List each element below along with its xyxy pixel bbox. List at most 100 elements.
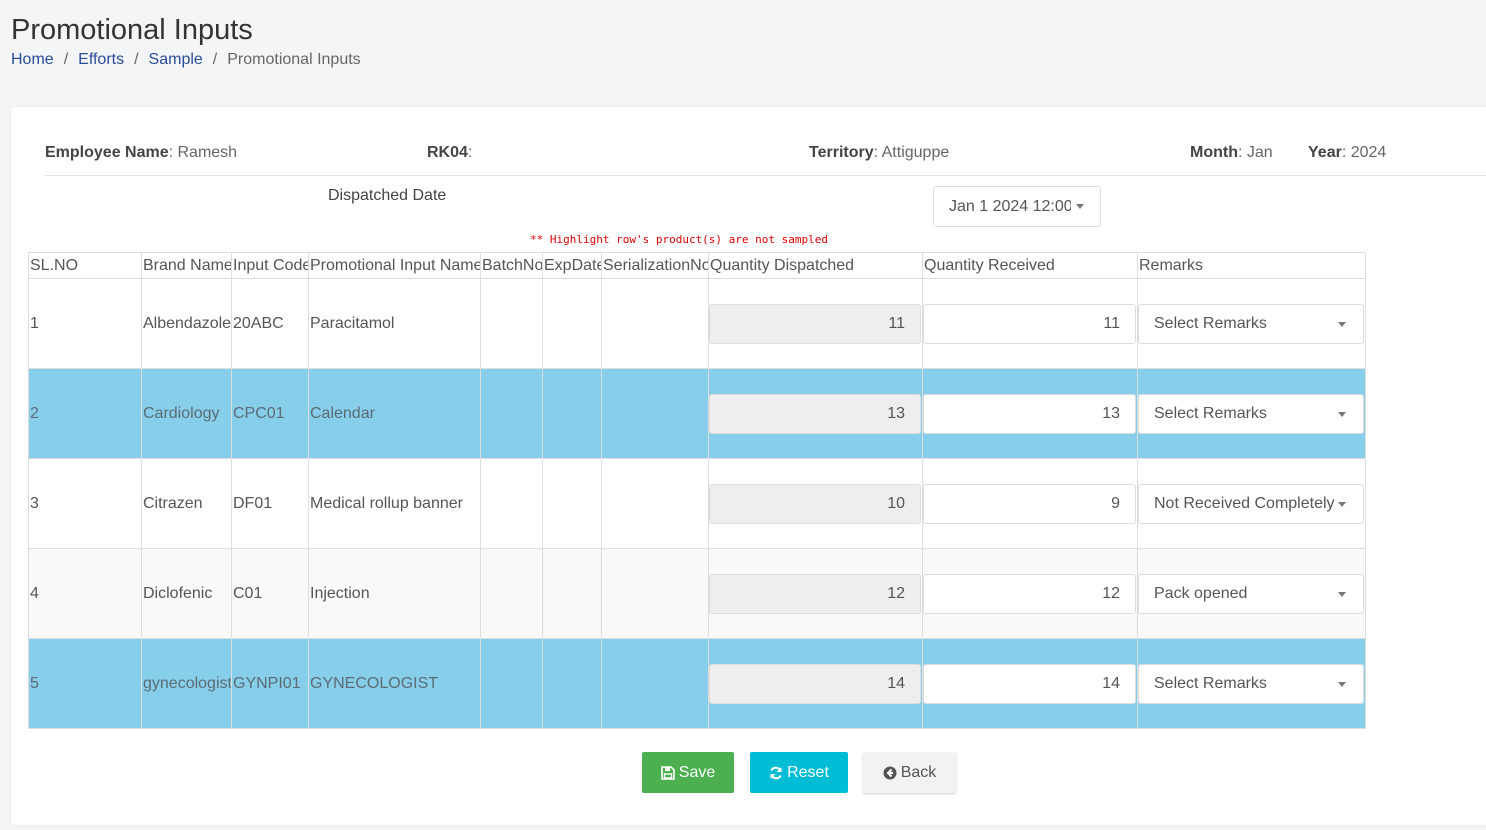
- reset-label: Reset: [787, 763, 829, 781]
- caret-down-icon: [1076, 204, 1084, 209]
- quantity-dispatched-cell: 11: [708, 278, 923, 369]
- breadcrumb-separator: /: [134, 51, 139, 68]
- breadcrumb-separator: /: [212, 51, 218, 68]
- remarks-value: Select Remarks: [1154, 674, 1267, 692]
- back-button[interactable]: Back: [863, 752, 956, 793]
- sl-no-cell: 5: [28, 638, 142, 729]
- batch-no-cell: [480, 458, 543, 549]
- exp-date-cell: [542, 548, 602, 639]
- remarks-value: Pack opened: [1154, 584, 1248, 602]
- month-value: Jan: [1246, 144, 1273, 161]
- promotional-input-name-cell: Injection: [308, 548, 481, 639]
- quantity-dispatched-field: 14: [709, 663, 921, 704]
- quantity-received-cell: 14: [922, 638, 1138, 729]
- caret-down-icon: [1338, 411, 1346, 417]
- dispatched-date-select[interactable]: Jan 1 2024 12:00: [933, 186, 1101, 227]
- promotional-input-name-cell: Paracitamol: [308, 278, 481, 369]
- back-label: Back: [900, 763, 937, 781]
- table-row: 1 Albendazole 20ABC Paracitamol 11 11 Select R…: [28, 278, 1366, 369]
- breadcrumb-sample[interactable]: Sample: [149, 51, 203, 69]
- remarks-cell: Not Received Completely: [1137, 458, 1366, 549]
- remarks-value: Select Remarks: [1154, 404, 1267, 422]
- input-code-cell: DF01: [231, 458, 309, 549]
- batch-no-cell: [480, 548, 543, 639]
- floppy-disk-icon: [660, 765, 675, 780]
- breadcrumb: Home / Efforts / Sample / Promotional In…: [11, 51, 361, 69]
- column-header: ExpDate: [542, 252, 602, 279]
- column-header: Promotional Input Name: [308, 252, 481, 279]
- caret-down-icon: [1338, 591, 1346, 597]
- breadcrumb-home[interactable]: Home: [11, 51, 54, 69]
- remarks-select[interactable]: Select Remarks: [1138, 303, 1364, 344]
- month-label: Month: [1190, 144, 1238, 161]
- reset-button[interactable]: Reset: [750, 752, 848, 793]
- divider: [45, 175, 1486, 176]
- quantity-received-input[interactable]: 12: [923, 573, 1136, 614]
- brand-name-cell: Albendazole: [141, 278, 232, 369]
- remarks-select[interactable]: Select Remarks: [1138, 663, 1364, 704]
- remarks-value: Select Remarks: [1154, 314, 1267, 332]
- brand-name-cell: Cardiology: [141, 368, 232, 459]
- quantity-received-input[interactable]: 14: [923, 663, 1136, 704]
- remarks-cell: Pack opened: [1137, 548, 1366, 639]
- table-header: SL.NO Brand Name Input Code Promotional …: [28, 252, 1366, 279]
- month-info: Month: Jan: [1190, 144, 1273, 161]
- brand-name-cell: gynecologist: [141, 638, 232, 729]
- page-title: Promotional Inputs: [11, 14, 253, 46]
- quantity-dispatched-cell: 10: [708, 458, 923, 549]
- table-row: 3 Citrazen DF01 Medical rollup banner 10 9 Not…: [28, 458, 1366, 549]
- remarks-select[interactable]: Not Received Completely: [1138, 483, 1364, 524]
- year-label: Year: [1308, 144, 1342, 161]
- quantity-received-cell: 11: [922, 278, 1138, 369]
- table-row: 2 Cardiology CPC01 Calendar 13 13 Select Remar…: [28, 368, 1366, 459]
- quantity-received-cell: 9: [922, 458, 1138, 549]
- breadcrumb-current: Promotional Inputs: [227, 51, 361, 68]
- quantity-received-input[interactable]: 11: [923, 303, 1136, 344]
- territory-label: Territory: [809, 144, 874, 161]
- caret-down-icon: [1338, 501, 1346, 507]
- save-label: Save: [678, 763, 716, 781]
- serialization-no-cell: [601, 638, 709, 729]
- employee-value: Ramesh: [177, 144, 238, 161]
- brand-name-cell: Diclofenic: [141, 548, 232, 639]
- remarks-select[interactable]: Select Remarks: [1138, 393, 1364, 434]
- column-header: Quantity Received: [922, 252, 1138, 279]
- remarks-select[interactable]: Pack opened: [1138, 573, 1364, 614]
- remarks-value: Not Received Completely: [1154, 494, 1335, 512]
- input-code-cell: C01: [231, 548, 309, 639]
- exp-date-cell: [542, 458, 602, 549]
- dispatched-date-value: Jan 1 2024 12:00: [949, 198, 1071, 215]
- column-header: Quantity Dispatched: [708, 252, 923, 279]
- promotional-inputs-table: SL.NO Brand Name Input Code Promotional …: [28, 252, 1366, 729]
- column-header: SerializationNo: [601, 252, 709, 279]
- year-value: 2024: [1350, 144, 1387, 161]
- arrow-circle-left-icon: [883, 766, 897, 779]
- remarks-cell: Select Remarks: [1137, 278, 1366, 369]
- batch-no-cell: [480, 278, 543, 369]
- quantity-dispatched-cell: 13: [708, 368, 923, 459]
- batch-no-cell: [480, 638, 543, 729]
- employee-label: Employee Name: [45, 144, 169, 161]
- serialization-no-cell: [601, 278, 709, 369]
- serialization-no-cell: [601, 368, 709, 459]
- caret-down-icon: [1338, 321, 1346, 327]
- exp-date-cell: [542, 638, 602, 729]
- remarks-cell: Select Remarks: [1137, 638, 1366, 729]
- year-info: Year: 2024: [1308, 144, 1387, 161]
- batch-no-cell: [480, 368, 543, 459]
- quantity-dispatched-field: 13: [709, 393, 921, 434]
- input-code-cell: GYNPI01: [231, 638, 309, 729]
- quantity-dispatched-cell: 14: [708, 638, 923, 729]
- exp-date-cell: [542, 278, 602, 369]
- quantity-received-input[interactable]: 9: [923, 483, 1136, 524]
- input-code-cell: CPC01: [231, 368, 309, 459]
- sl-no-cell: 4: [28, 548, 142, 639]
- promotional-input-name-cell: GYNECOLOGIST: [308, 638, 481, 729]
- promotional-input-name-cell: Calendar: [308, 368, 481, 459]
- quantity-received-input[interactable]: 13: [923, 393, 1136, 434]
- column-header: Brand Name: [141, 252, 232, 279]
- breadcrumb-efforts[interactable]: Efforts: [78, 51, 124, 69]
- dispatched-date-label: Dispatched Date: [328, 187, 447, 204]
- save-button[interactable]: Save: [642, 752, 734, 793]
- employee-info: Employee Name: Ramesh: [45, 144, 238, 161]
